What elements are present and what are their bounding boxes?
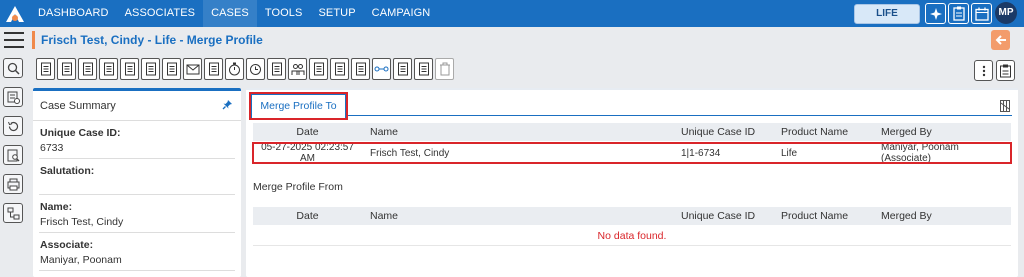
action-toolbar [36, 58, 454, 82]
email-icon[interactable] [183, 58, 202, 80]
merge-from-table-header: Date Name Unique Case ID Product Name Me… [253, 207, 1011, 225]
column-header-name[interactable]: Name [362, 126, 673, 138]
field-value: Maniyar, Poonam [40, 254, 122, 266]
field-label: Name: [40, 201, 73, 213]
field-value: 6733 [40, 142, 64, 154]
column-header-unique-case-id[interactable]: Unique Case ID [673, 126, 773, 138]
pin-icon[interactable] [222, 99, 233, 113]
clock-icon[interactable] [246, 58, 265, 80]
cell-product-name: Life [781, 147, 798, 159]
add-doc-icon[interactable] [141, 58, 160, 80]
field-label: Associate: [40, 239, 94, 251]
sparkle-icon[interactable] [925, 3, 946, 24]
cell-name: Frisch Test, Cindy [370, 147, 450, 159]
merge-to-table-header: Date Name Unique Case ID Product Name Me… [253, 123, 1011, 141]
nav-setup[interactable]: SETUP [310, 0, 363, 27]
history-icon[interactable] [3, 116, 23, 136]
tab-divider [252, 115, 1012, 116]
product-selector-button[interactable]: LIFE [854, 4, 920, 24]
case-summary-title: Case Summary [40, 100, 116, 112]
hierarchy-icon[interactable] [3, 203, 23, 223]
copy-icon[interactable] [120, 58, 139, 80]
field-salutation: Salutation: [39, 159, 235, 195]
column-header-product-name[interactable]: Product Name [773, 126, 873, 138]
app-logo[interactable] [0, 0, 30, 27]
users-icon[interactable] [288, 58, 307, 80]
document-icon[interactable] [99, 58, 118, 80]
nav-cases[interactable]: CASES [203, 0, 257, 27]
left-icon-rail [0, 58, 28, 232]
merge-icon[interactable] [372, 58, 391, 80]
cell-merged-by: Maniyar, Poonam (Associate) [881, 142, 959, 164]
column-header-name[interactable]: Name [362, 210, 673, 222]
case-edit-icon[interactable] [36, 58, 55, 80]
report-icon[interactable] [309, 58, 328, 80]
hide-columns-icon[interactable] [1000, 100, 1010, 112]
merge-profile-from-title: Merge Profile From [253, 181, 343, 193]
doc-search-icon[interactable] [3, 145, 23, 165]
nav-associates[interactable]: ASSOCIATES [117, 0, 203, 27]
page-title: Frisch Test, Cindy - Life - Merge Profil… [32, 31, 263, 49]
column-header-merged-by[interactable]: Merged By [873, 210, 1011, 222]
search-icon[interactable] [3, 58, 23, 78]
cell-unique-case-id: 1|1-6734 [681, 147, 721, 159]
field-label: Unique Case ID: [40, 127, 121, 139]
email-open-icon[interactable] [351, 58, 370, 80]
clipboard-icon[interactable] [948, 3, 969, 24]
empty-state-message: No data found. [253, 226, 1011, 246]
stopwatch-icon[interactable] [225, 58, 244, 80]
column-header-product-name[interactable]: Product Name [773, 210, 873, 222]
billing-icon[interactable] [393, 58, 412, 80]
table-row[interactable]: 05-27-2025 02:23:57 AM Frisch Test, Cind… [252, 142, 1012, 164]
print-icon[interactable] [204, 58, 223, 80]
case-summary-header: Case Summary [33, 91, 241, 121]
transfer-icon[interactable] [414, 58, 433, 80]
clipboard-notes-icon[interactable] [996, 60, 1015, 81]
tab-merge-profile-to[interactable]: Merge Profile To [249, 92, 348, 120]
back-arrow-icon[interactable] [991, 30, 1010, 50]
more-options-icon[interactable] [974, 60, 993, 81]
calendar-icon[interactable] [971, 3, 992, 24]
add-list-icon[interactable] [3, 87, 23, 107]
column-header-date[interactable]: Date [253, 126, 362, 138]
case-summary-panel: Case Summary Unique Case ID: 6733 Saluta… [33, 88, 241, 277]
field-associate: Associate: Maniyar, Poonam [39, 233, 235, 271]
user-avatar[interactable]: MP [995, 2, 1017, 24]
search-doc-icon[interactable] [78, 58, 97, 80]
field-name: Name: Frisch Test, Cindy [39, 195, 235, 233]
print-doc-icon[interactable] [3, 174, 23, 194]
field-value [40, 180, 234, 190]
nav-tools[interactable]: TOOLS [257, 0, 311, 27]
trash-icon[interactable] [435, 58, 454, 80]
column-header-merged-by[interactable]: Merged By [873, 126, 1011, 138]
field-value: Frisch Test, Cindy [40, 216, 124, 228]
profile-card-icon[interactable] [57, 58, 76, 80]
nav-campaign[interactable]: CAMPAIGN [364, 0, 439, 27]
compare-icon[interactable] [267, 58, 286, 80]
list-icon[interactable] [330, 58, 349, 80]
cell-date: 05-27-2025 02:23:57 AM [261, 142, 354, 164]
nav-dashboard[interactable]: DASHBOARD [30, 0, 117, 27]
field-unique-case-id: Unique Case ID: 6733 [39, 121, 235, 159]
merge-profile-panel: Merge Profile To Date Name Unique Case I… [246, 88, 1018, 277]
field-label: Salutation: [40, 165, 95, 177]
column-header-date[interactable]: Date [253, 210, 362, 222]
hamburger-menu-icon[interactable] [4, 32, 24, 48]
upload-icon[interactable] [162, 58, 181, 80]
column-header-unique-case-id[interactable]: Unique Case ID [673, 210, 773, 222]
